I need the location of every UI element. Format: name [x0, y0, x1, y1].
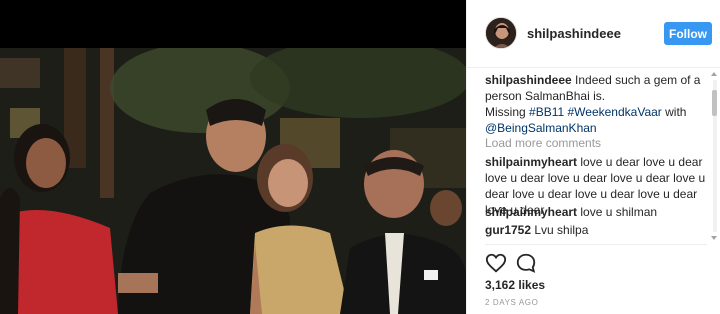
comment-icon	[516, 253, 536, 273]
avatar-image-icon	[486, 18, 516, 48]
scroll-down-arrow-icon[interactable]	[711, 236, 717, 240]
caption: shilpashindeee Indeed such a gem of a pe…	[485, 72, 707, 136]
header-username[interactable]: shilpashindeee	[527, 26, 621, 41]
comment-item: gur1752 Lvu shilpa	[485, 222, 707, 238]
group-photo-illustration	[0, 48, 466, 314]
instagram-post: shilpashindeee Follow shilpashindeee Ind…	[0, 0, 720, 314]
comment-button[interactable]	[515, 252, 537, 274]
top-background-strip	[0, 0, 466, 48]
follow-button[interactable]: Follow	[664, 22, 712, 45]
heart-icon	[485, 253, 507, 273]
comment-username[interactable]: shilpainmyheart	[485, 155, 577, 169]
post-side-panel: shilpashindeee Follow shilpashindeee Ind…	[466, 0, 720, 314]
post-header: shilpashindeee Follow	[467, 0, 720, 68]
hashtag-bb11[interactable]: #BB11	[529, 105, 564, 119]
caption-username[interactable]: shilpashindeee	[485, 73, 572, 87]
like-button[interactable]	[485, 252, 507, 274]
caption-line-2: Missing #BB11 #WeekendkaVaar with	[485, 104, 707, 120]
caption-line: shilpashindeee Indeed such a gem of a pe…	[485, 72, 707, 104]
likes-count[interactable]: 3,162 likes	[485, 278, 545, 292]
actions-divider	[485, 244, 707, 245]
comment-item: shilpainmyheart love u shilman	[485, 204, 707, 220]
comment-text: Lvu shilpa	[531, 223, 589, 237]
comment-text: love u shilman	[577, 205, 658, 219]
caption-line-3: @BeingSalmanKhan	[485, 120, 707, 136]
post-photo[interactable]	[0, 48, 466, 314]
avatar[interactable]	[485, 17, 517, 49]
post-timestamp[interactable]: 2 DAYS AGO	[485, 298, 538, 307]
mention-link[interactable]: @BeingSalmanKhan	[485, 121, 597, 135]
comment-username[interactable]: shilpainmyheart	[485, 205, 577, 219]
caption-missing-text: Missing	[485, 105, 530, 119]
scroll-up-arrow-icon[interactable]	[711, 72, 717, 76]
caption-with-text: with	[661, 105, 687, 119]
load-more-comments-link[interactable]: Load more comments	[485, 135, 601, 151]
comments-scrollbar[interactable]	[711, 72, 718, 240]
hashtag-weekendkavaar[interactable]: #WeekendkaVaar	[568, 105, 662, 119]
comment-username[interactable]: gur1752	[485, 223, 531, 237]
scroll-thumb[interactable]	[712, 90, 717, 116]
